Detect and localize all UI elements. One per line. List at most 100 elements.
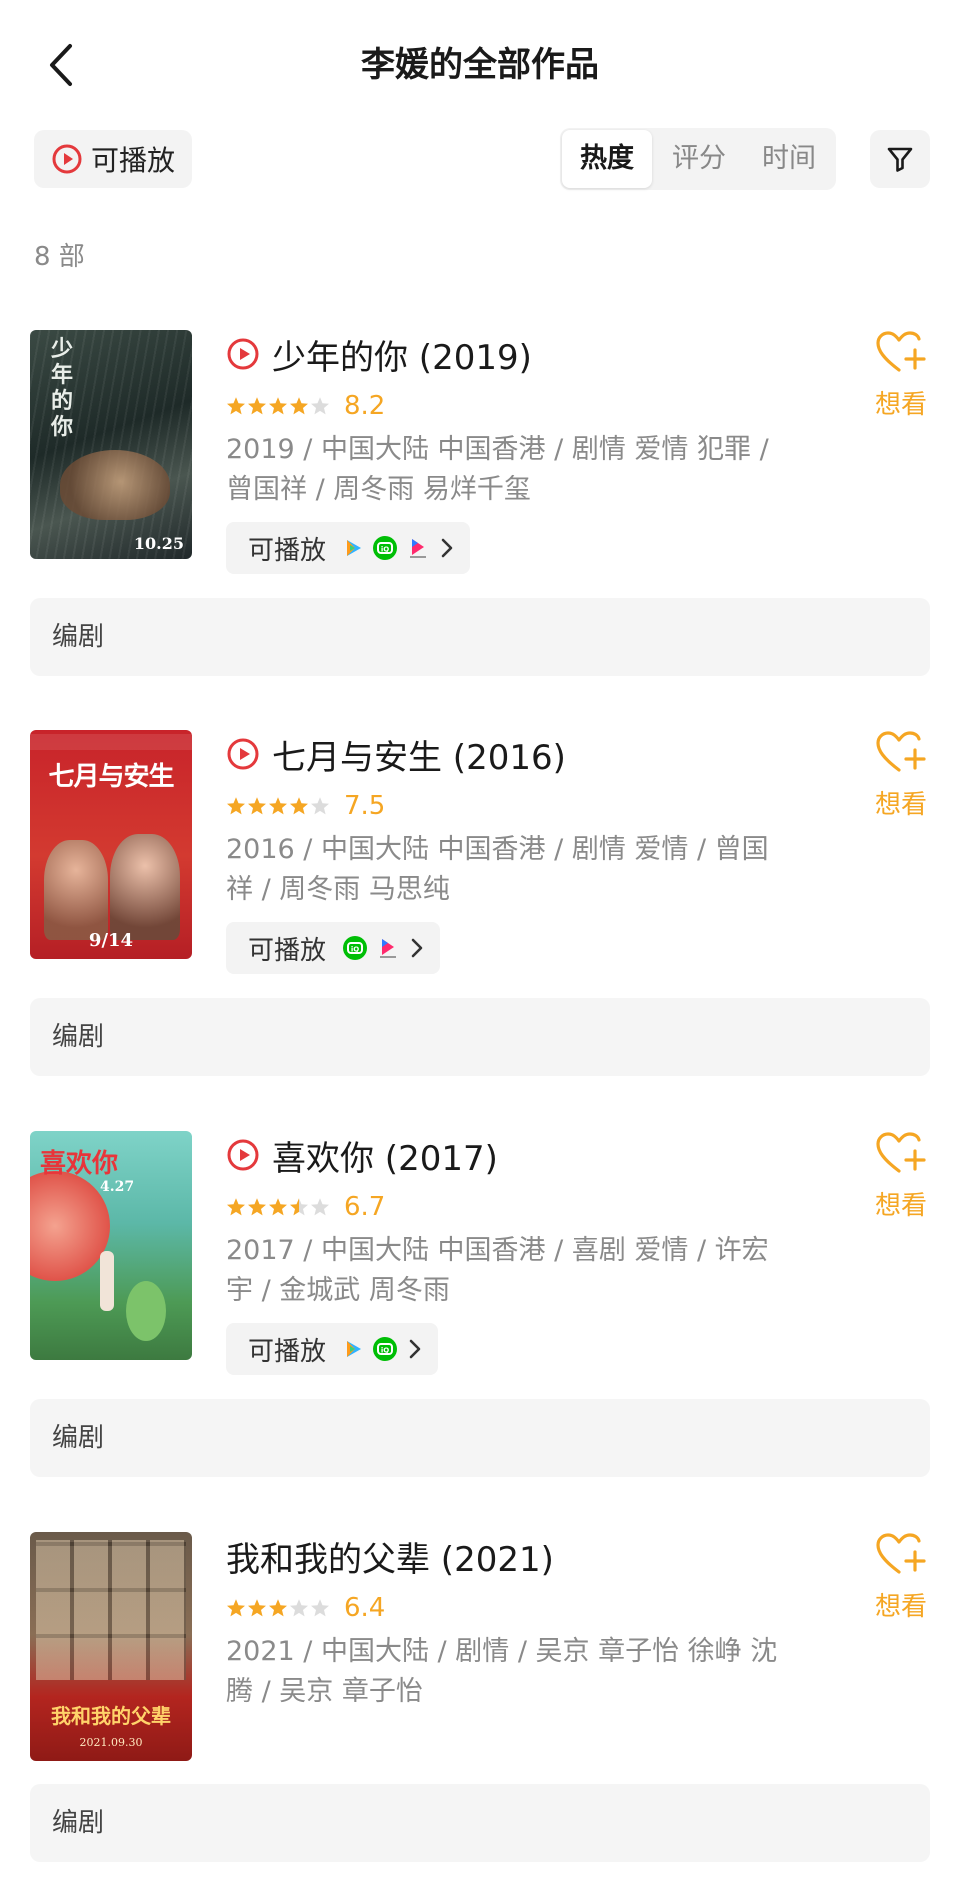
star-icon xyxy=(311,397,329,415)
star-icon xyxy=(248,797,266,815)
role-label: 编剧 xyxy=(52,1808,105,1838)
poster-date-text: 9/14 xyxy=(88,930,134,951)
star-icon xyxy=(227,1198,245,1216)
star-icon xyxy=(290,397,308,415)
want-to-watch-label: 想看 xyxy=(874,390,927,420)
movie-item: 我和我的父辈 2021.09.30 我和我的父辈 (2021) 6.4 2021… xyxy=(0,1532,960,1902)
star-icon xyxy=(248,397,266,415)
filter-button[interactable] xyxy=(870,130,930,188)
poster-date-text: 2021.09.30 xyxy=(79,1736,143,1749)
movie-title-row[interactable]: 七月与安生 (2016) xyxy=(226,730,566,778)
star-icon xyxy=(248,1198,266,1216)
movie-title-row[interactable]: 少年的你 (2019) xyxy=(226,330,532,378)
playable-sources-button[interactable]: 可播放 iQ xyxy=(226,522,471,574)
rating-row: 6.7 xyxy=(226,1191,385,1223)
playable-filter-button[interactable]: 可播放 xyxy=(34,130,192,188)
svg-text:iQ: iQ xyxy=(351,946,359,954)
chevron-right-icon xyxy=(441,538,453,558)
tencent-video-icon xyxy=(347,1341,362,1357)
star-icon xyxy=(269,397,287,415)
movie-title: 少年的你 (2019) xyxy=(272,337,532,378)
want-to-watch-button[interactable]: 想看 xyxy=(866,1131,936,1222)
movie-info: 2021 / 中国大陆 / 剧情 / 吴京 章子怡 徐峥 沈腾 / 吴京 章子怡 xyxy=(226,1636,778,1707)
star-rating xyxy=(226,1197,330,1217)
heart-plus-icon xyxy=(876,731,926,772)
movie-poster[interactable]: 七月与安生 9/14 xyxy=(30,730,192,959)
role-label: 编剧 xyxy=(52,622,105,652)
iqiyi-icon: iQ xyxy=(373,1337,398,1361)
movie-info: 2016 / 中国大陆 中国香港 / 剧情 爱情 / 曾国祥 / 周冬雨 马思纯 xyxy=(226,834,769,905)
star-icon xyxy=(311,1599,329,1617)
movie-poster[interactable]: 我和我的父辈 2021.09.30 xyxy=(30,1532,192,1761)
play-circle-icon xyxy=(227,338,259,370)
role-label: 编剧 xyxy=(52,1022,105,1052)
sort-segmented-control: 热度 评分 时间 xyxy=(560,128,836,190)
rating-row: 8.2 xyxy=(226,390,385,422)
poster-title-text: 七月与安生 xyxy=(48,762,174,792)
role-bar: 编剧 xyxy=(30,1784,930,1862)
youku-icon xyxy=(410,539,427,558)
movie-poster[interactable]: 少年的你 10.25 xyxy=(30,330,192,559)
sort-tab-time[interactable]: 时间 xyxy=(744,130,834,188)
sort-tab-rating[interactable]: 评分 xyxy=(654,130,744,188)
star-icon xyxy=(290,797,308,815)
movie-item: 喜欢你 4.27 喜欢你 (2017) 6.7 2017 / 中国大陆 中国香港… xyxy=(0,1131,960,1501)
star-icon xyxy=(269,1599,287,1617)
sort-tab-popularity[interactable]: 热度 xyxy=(562,130,652,188)
playable-sources-button[interactable]: 可播放 iQ xyxy=(226,1323,439,1375)
star-icon xyxy=(311,797,329,815)
tencent-video-icon xyxy=(347,540,362,556)
movie-title: 七月与安生 (2016) xyxy=(272,737,566,778)
rating-row: 7.5 xyxy=(226,790,385,822)
star-icon xyxy=(227,1599,245,1617)
top-bar: 李媛的全部作品 xyxy=(0,0,960,130)
playable-sources-button[interactable]: 可播放 iQ xyxy=(226,922,441,974)
poster-title-text: 喜欢你 xyxy=(40,1149,119,1179)
poster-title-text: 少年的你 xyxy=(50,336,73,440)
movie-title: 我和我的父辈 (2021) xyxy=(226,1539,554,1580)
star-icon xyxy=(290,1198,308,1216)
role-bar: 编剧 xyxy=(30,598,930,676)
want-to-watch-button[interactable]: 想看 xyxy=(866,1532,936,1623)
poster-title-text: 我和我的父辈 xyxy=(51,1704,171,1728)
iqiyi-icon: iQ xyxy=(343,936,368,960)
play-circle-icon xyxy=(227,1139,259,1171)
page-title: 李媛的全部作品 xyxy=(361,45,599,85)
rating-score: 6.7 xyxy=(344,1192,386,1222)
rating-score: 6.4 xyxy=(344,1593,386,1623)
star-icon xyxy=(311,1198,329,1216)
role-bar: 编剧 xyxy=(30,998,930,1076)
chevron-right-icon xyxy=(411,938,423,958)
want-to-watch-button[interactable]: 想看 xyxy=(866,330,936,421)
funnel-icon xyxy=(887,147,913,172)
movie-title-row[interactable]: 喜欢你 (2017) xyxy=(226,1131,498,1179)
star-rating xyxy=(226,396,330,416)
playable-label: 可播放 xyxy=(248,935,327,966)
role-label: 编剧 xyxy=(52,1423,105,1453)
want-to-watch-label: 想看 xyxy=(874,1191,927,1221)
want-to-watch-button[interactable]: 想看 xyxy=(866,730,936,821)
want-to-watch-label: 想看 xyxy=(874,1592,927,1622)
star-rating xyxy=(226,1598,330,1618)
rating-row: 6.4 xyxy=(226,1592,385,1624)
rating-score: 7.5 xyxy=(344,791,386,821)
playable-filter-label: 可播放 xyxy=(90,144,175,177)
movie-info: 2017 / 中国大陆 中国香港 / 喜剧 爱情 / 许宏宇 / 金城武 周冬雨 xyxy=(226,1235,769,1306)
play-circle-icon xyxy=(227,738,259,770)
movie-item: 七月与安生 9/14 七月与安生 (2016) 7.5 2016 / 中国大陆 … xyxy=(0,730,960,1100)
movie-title: 喜欢你 (2017) xyxy=(272,1138,498,1179)
heart-plus-icon xyxy=(876,331,926,372)
rating-score: 8.2 xyxy=(344,391,386,421)
want-to-watch-label: 想看 xyxy=(874,790,927,820)
star-icon xyxy=(227,797,245,815)
chevron-right-icon xyxy=(409,1339,421,1359)
svg-text:iQ: iQ xyxy=(381,546,389,554)
movie-poster[interactable]: 喜欢你 4.27 xyxy=(30,1131,192,1360)
star-icon xyxy=(248,1599,266,1617)
star-icon xyxy=(269,1198,287,1216)
movie-item: 少年的你 10.25 少年的你 (2019) 8.2 2019 / 中国大陆 中… xyxy=(0,330,960,700)
star-rating xyxy=(226,796,330,816)
star-icon xyxy=(227,397,245,415)
playable-label: 可播放 xyxy=(248,535,327,566)
movie-title-row[interactable]: 我和我的父辈 (2021) xyxy=(226,1532,554,1580)
